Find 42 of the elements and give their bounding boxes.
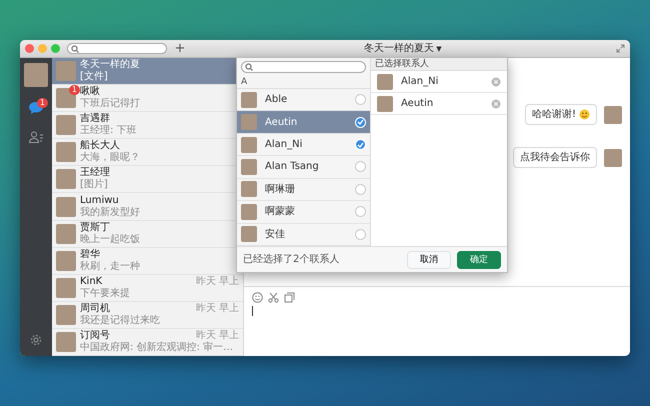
contact-name: 贾斯丁: [80, 222, 110, 234]
contact-name: 啊蒙蒙: [265, 204, 295, 220]
message-preview: 我的新发型好: [80, 206, 141, 219]
message-preview: 晚上一起吃饭: [80, 234, 141, 246]
section-header: 已选择联系人: [371, 58, 507, 71]
message-preview: 大海，眼呢？: [80, 152, 141, 164]
timestamp: 昨天 早上: [196, 302, 239, 315]
contact-name: Lumiwu: [80, 194, 119, 206]
message-preview: 王经理: 下班: [80, 125, 138, 138]
message-preview: [图片]: [80, 179, 109, 192]
message-preview: 下班后记得打: [80, 98, 141, 110]
timestamp: 昨天 早上: [196, 276, 239, 288]
contact-name: KinK: [80, 276, 102, 288]
contact-name: 周司机: [80, 302, 110, 314]
contact-name: Aeutin: [265, 116, 298, 130]
contact-name: 王经理: [80, 167, 110, 178]
message-text: 点我待会告诉你: [520, 150, 590, 165]
contact-name: 啾啾: [80, 86, 100, 98]
message-text: 哈哈谢谢!: [532, 108, 576, 122]
contact-name: 船长大人: [80, 140, 120, 152]
contact-name: Alan Tsang: [265, 160, 319, 174]
timestamp: 昨天 早上: [196, 330, 239, 342]
message-preview: [文件]: [80, 71, 109, 84]
message-preview: 下午要来提: [80, 288, 131, 300]
contact-name: 冬天一样的夏: [80, 59, 140, 70]
contact-name: 吉遇群: [80, 113, 110, 125]
unread-badge: 1: [36, 98, 48, 108]
contact-name: 安佳: [265, 228, 285, 242]
section-header: A: [237, 76, 370, 89]
selection-summary: 已经选择了2个联系人: [243, 252, 340, 267]
window-title: 冬天一样的夏天: [364, 42, 434, 54]
message-preview: 我还是记得过来吃: [80, 314, 161, 327]
message-preview: 中国政府网: 创新宏观调控: 审一…: [80, 342, 234, 354]
contact-name: Alan_Ni: [265, 138, 302, 152]
contact-name: Able: [265, 93, 288, 108]
contact-name: 碧华: [80, 248, 100, 260]
contact-name: Aeutin: [401, 97, 434, 111]
unread-badge: 1: [68, 85, 80, 96]
contact-name: 啊琳珊: [265, 182, 295, 197]
message-preview: 秋刷，走一种: [80, 260, 141, 273]
contact-name: 订阅号: [80, 330, 110, 342]
contact-name: Alan_Ni: [401, 75, 438, 89]
